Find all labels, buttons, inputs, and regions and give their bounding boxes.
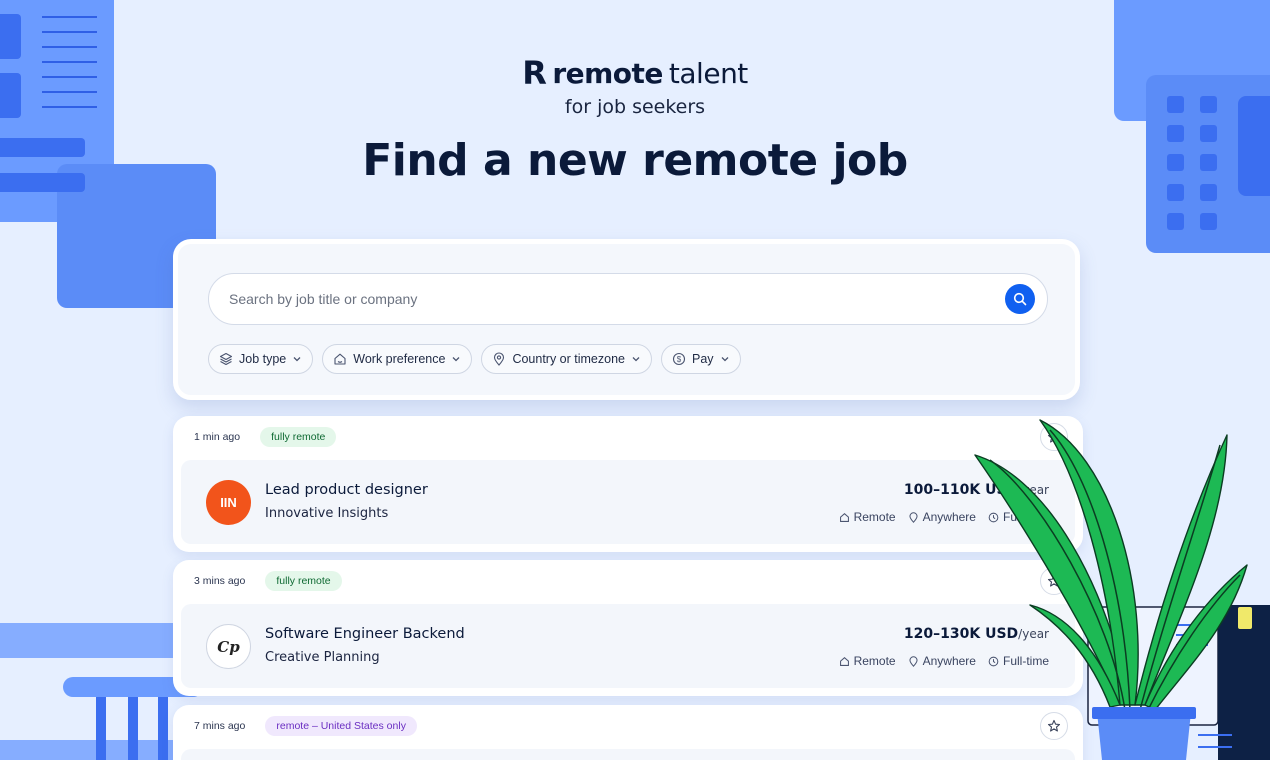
decor-sticky	[1238, 607, 1252, 629]
page-title: Find a new remote job	[362, 135, 908, 186]
decor-left-bar-1	[0, 14, 21, 59]
company-logo: IIN	[206, 480, 251, 525]
company-name: Creative Planning	[265, 650, 380, 665]
job-card-header: 3 mins ago fully remote	[173, 560, 1083, 602]
location: Anywhere	[908, 510, 976, 524]
decor-square	[1167, 184, 1184, 201]
decor-stool-leg-1	[96, 697, 106, 760]
work-mode: Remote	[839, 654, 896, 668]
posted-time: 1 min ago	[194, 431, 241, 443]
posted-time: 3 mins ago	[194, 575, 246, 587]
decor-stool-leg-3	[158, 697, 168, 760]
brand-name-light: talent	[668, 56, 748, 90]
chevron-down-icon	[721, 357, 729, 362]
filter-job-type[interactable]: Job type	[208, 344, 314, 374]
search-bar	[208, 273, 1048, 325]
svg-text:$: $	[677, 355, 682, 364]
decor-left-stripe	[0, 623, 175, 658]
brand-logo[interactable]: R remote talent	[522, 54, 748, 92]
home-icon	[334, 353, 346, 365]
work-mode-label: Remote	[853, 510, 896, 524]
search-icon	[1013, 292, 1027, 306]
brand-header: R remote talent for job seekers	[0, 54, 1270, 118]
decor-square	[1200, 184, 1217, 201]
filter-pay[interactable]: $ Pay	[661, 344, 741, 374]
filter-row: Job type Work preference Country or time…	[208, 344, 741, 374]
job-title[interactable]: Software Engineer Backend	[265, 626, 465, 642]
location-label: Anywhere	[922, 510, 976, 524]
chevron-down-icon	[632, 357, 640, 362]
work-mode-label: Remote	[853, 654, 896, 668]
home-icon	[839, 512, 849, 522]
remote-tag: fully remote	[265, 571, 342, 591]
remote-tag: remote – United States only	[265, 716, 417, 736]
map-pin-icon	[909, 655, 918, 667]
job-card[interactable]: 3 mins ago fully remote Cp Software Engi…	[173, 560, 1083, 696]
search-input[interactable]	[229, 291, 1005, 307]
search-panel: Job type Work preference Country or time…	[173, 239, 1080, 400]
plant-pot-rim	[1092, 707, 1196, 719]
company-name: Innovative Insights	[265, 506, 389, 521]
filter-label: Job type	[239, 352, 287, 366]
job-card-header: 7 mins ago remote – United States only	[173, 705, 1083, 747]
map-pin-icon	[909, 511, 918, 523]
home-icon	[839, 656, 849, 666]
brand-name-bold: remote	[552, 56, 663, 90]
filter-label: Country or timezone	[512, 352, 625, 366]
layers-icon	[219, 352, 233, 366]
filter-label: Work preference	[353, 352, 446, 366]
job-card-header: 1 min ago fully remote	[173, 416, 1083, 458]
chevron-down-icon	[293, 357, 301, 362]
decor-stool-leg-2	[128, 697, 138, 760]
plant-illustration	[974, 419, 1270, 760]
filter-label: Pay	[692, 352, 714, 366]
work-mode: Remote	[839, 510, 896, 524]
decor-square	[1200, 213, 1217, 230]
job-card-body: IIN Lead product designer Innovative Ins…	[181, 460, 1075, 544]
brand-subtitle: for job seekers	[564, 96, 706, 118]
dollar-icon: $	[672, 352, 686, 366]
posted-time: 7 mins ago	[194, 720, 246, 732]
job-card[interactable]: 7 mins ago remote – United States only	[173, 705, 1083, 760]
job-card-body	[181, 749, 1075, 760]
plant-pot	[1097, 712, 1191, 760]
decor-left-stripe-2	[0, 740, 175, 760]
filter-country-timezone[interactable]: Country or timezone	[481, 344, 652, 374]
remote-tag: fully remote	[260, 427, 337, 447]
job-title[interactable]: Lead product designer	[265, 482, 428, 498]
brand-logo-glyph: R	[522, 54, 547, 92]
job-card[interactable]: 1 min ago fully remote IIN Lead product …	[173, 416, 1083, 552]
job-card-body: Cp Software Engineer Backend Creative Pl…	[181, 604, 1075, 688]
company-logo: Cp	[206, 624, 251, 669]
filter-work-preference[interactable]: Work preference	[322, 344, 473, 374]
decor-square	[1167, 213, 1184, 230]
chevron-down-icon	[452, 357, 460, 362]
map-pin-icon	[494, 352, 505, 366]
location-label: Anywhere	[922, 654, 976, 668]
location: Anywhere	[908, 654, 976, 668]
search-button[interactable]	[1005, 284, 1035, 314]
